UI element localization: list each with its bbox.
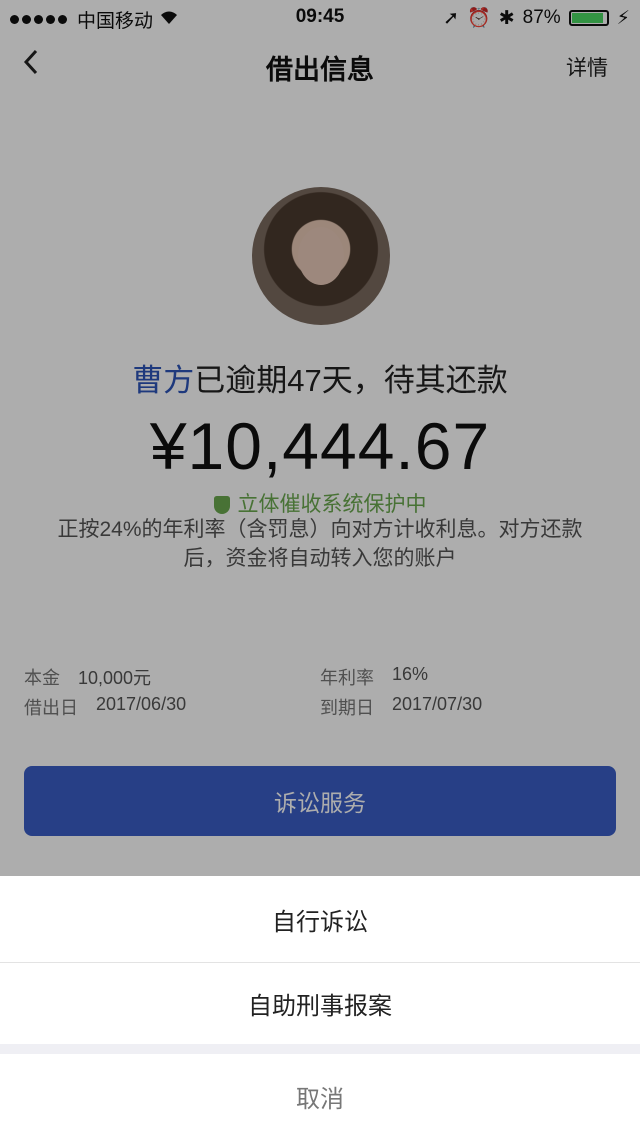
criminal-report-option[interactable]: 自助刑事报案 (0, 963, 640, 1044)
self-lawsuit-option[interactable]: 自行诉讼 (0, 876, 640, 962)
action-sheet: 自行诉讼 自助刑事报案 取消 (0, 876, 640, 1138)
cancel-button[interactable]: 取消 (0, 1054, 640, 1138)
section-gap (0, 1044, 640, 1054)
